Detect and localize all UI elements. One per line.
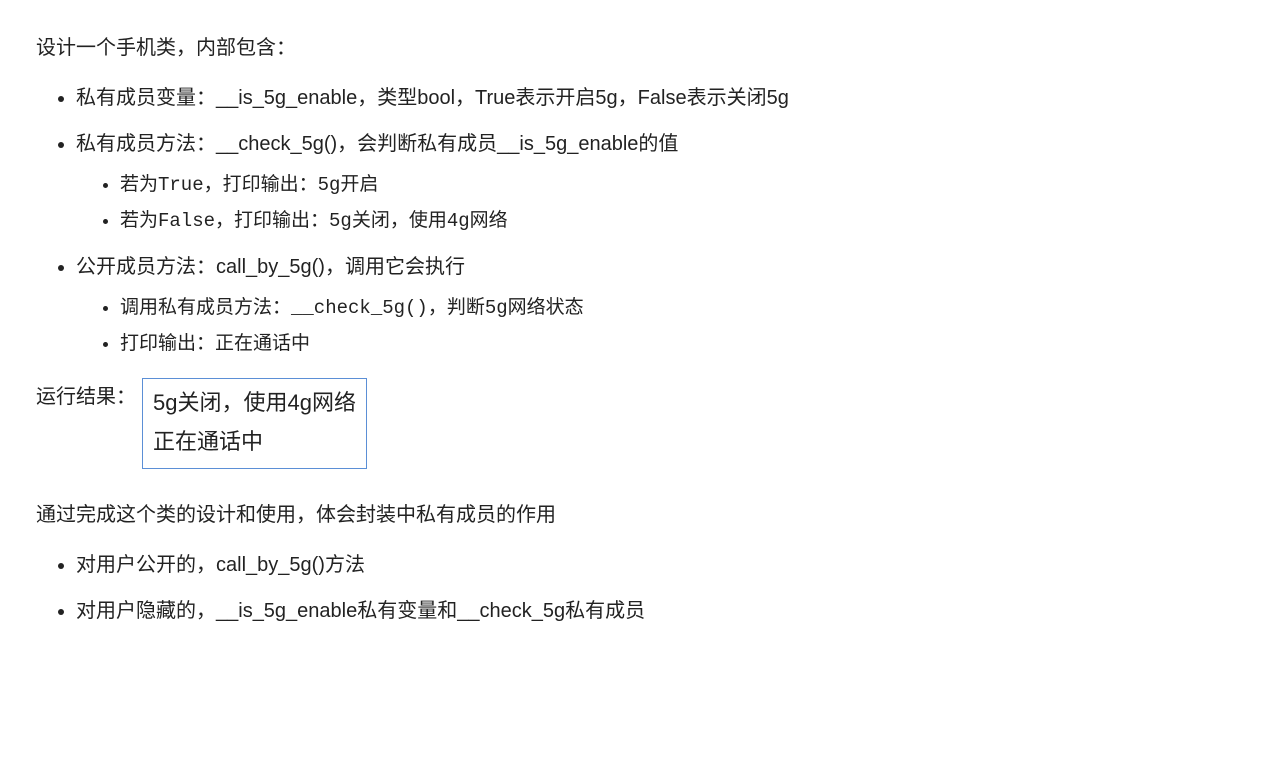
summary-paragraph: 通过完成这个类的设计和使用，体会封装中私有成员的作用	[36, 499, 1236, 531]
requirements-list: 私有成员变量：__is_5g_enable，类型bool，True表示开启5g，…	[36, 82, 1236, 360]
run-result-row: 运行结果： 5g关闭，使用4g网络 正在通话中	[36, 378, 1236, 469]
sub-list-item: 若为True，打印输出：5g开启	[120, 170, 1236, 200]
sub-list: 若为True，打印输出：5g开启 若为False，打印输出：5g关闭，使用4g网…	[76, 170, 1236, 237]
sub-list: 调用私有成员方法：__check_5g()，判断5g网络状态 打印输出：正在通话…	[76, 293, 1236, 360]
sub-list-item: 打印输出：正在通话中	[120, 329, 1236, 359]
run-output-line: 正在通话中	[153, 422, 356, 462]
list-item-text: 私有成员方法：__check_5g()，会判断私有成员__is_5g_enabl…	[76, 133, 678, 155]
intro-paragraph: 设计一个手机类，内部包含：	[36, 32, 1236, 64]
document-body: 设计一个手机类，内部包含： 私有成员变量：__is_5g_enable，类型bo…	[36, 32, 1236, 627]
sub-list-item: 调用私有成员方法：__check_5g()，判断5g网络状态	[120, 293, 1236, 323]
run-output-line: 5g关闭，使用4g网络	[153, 383, 356, 423]
list-item-text: 公开成员方法：call_by_5g()，调用它会执行	[76, 256, 465, 278]
list-item: 对用户公开的，call_by_5g()方法	[76, 549, 1236, 581]
run-result-label: 运行结果：	[36, 378, 136, 416]
summary-list: 对用户公开的，call_by_5g()方法 对用户隐藏的，__is_5g_ena…	[36, 549, 1236, 627]
list-item: 私有成员方法：__check_5g()，会判断私有成员__is_5g_enabl…	[76, 128, 1236, 237]
list-item: 私有成员变量：__is_5g_enable，类型bool，True表示开启5g，…	[76, 82, 1236, 114]
run-result-box: 5g关闭，使用4g网络 正在通话中	[142, 378, 367, 469]
sub-list-item: 若为False，打印输出：5g关闭，使用4g网络	[120, 206, 1236, 236]
list-item: 对用户隐藏的，__is_5g_enable私有变量和__check_5g私有成员	[76, 595, 1236, 627]
list-item-text: 私有成员变量：__is_5g_enable，类型bool，True表示开启5g，…	[76, 87, 789, 109]
list-item: 公开成员方法：call_by_5g()，调用它会执行 调用私有成员方法：__ch…	[76, 251, 1236, 360]
